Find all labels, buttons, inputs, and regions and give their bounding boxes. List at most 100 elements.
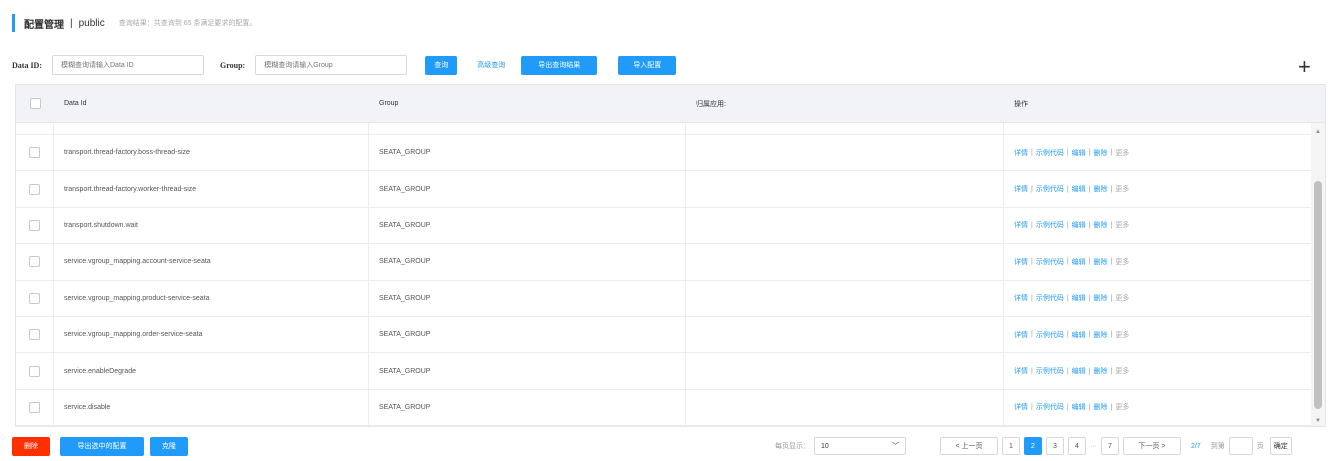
- edit-link[interactable]: 编辑: [1072, 402, 1086, 412]
- detail-link[interactable]: 详情: [1014, 330, 1028, 340]
- sample-code-link[interactable]: 示例代码: [1036, 402, 1064, 412]
- per-page-select[interactable]: 10 ﹀: [814, 437, 906, 455]
- sample-code-link[interactable]: 示例代码: [1036, 366, 1064, 376]
- page-button-1[interactable]: 1: [1002, 437, 1020, 455]
- cell-data-id: transport.shutdown.wait: [54, 207, 369, 244]
- row-checkbox[interactable]: [29, 292, 40, 304]
- cell-actions: 详情 | 示例代码 | 编辑 | 删除 | 更多: [1014, 402, 1130, 412]
- prev-page-button[interactable]: < 上一页: [940, 437, 998, 455]
- sample-code-link[interactable]: 示例代码: [1036, 257, 1064, 267]
- export-selected-button[interactable]: 导出选中的配置: [60, 436, 144, 456]
- query-button[interactable]: 查询: [425, 55, 458, 75]
- row-checkbox[interactable]: [29, 329, 40, 341]
- edit-link[interactable]: 编辑: [1072, 293, 1086, 303]
- title-accent-bar: [12, 14, 15, 32]
- group-label: Group:: [220, 60, 246, 70]
- edit-link[interactable]: 编辑: [1072, 366, 1086, 376]
- delete-link[interactable]: 删除: [1093, 257, 1107, 267]
- table-row: service.enableDegrade SEATA_GROUP 详情 | 示例…: [16, 353, 1312, 390]
- search-bar: Data ID: Group: 查询 高级查询 导出查询结果 导入配置: [12, 55, 677, 75]
- clone-button[interactable]: 克隆: [150, 436, 188, 456]
- row-checkbox[interactable]: [29, 219, 40, 231]
- namespace-label: public: [78, 17, 105, 29]
- page-button-3[interactable]: 3: [1046, 437, 1064, 455]
- add-config-plus-icon[interactable]: +: [1298, 56, 1311, 78]
- cell-app: [686, 316, 1004, 353]
- table-row: transport.thread-factory.worker-thread-s…: [16, 171, 1312, 208]
- edit-link[interactable]: 编辑: [1072, 257, 1086, 267]
- cell-actions: 详情 | 示例代码 | 编辑 | 删除 | 更多: [1014, 293, 1130, 303]
- row-checkbox[interactable]: [29, 365, 40, 377]
- detail-link[interactable]: 详情: [1014, 148, 1028, 158]
- bulk-delete-button[interactable]: 删除: [12, 436, 50, 456]
- more-link[interactable]: 更多: [1115, 148, 1129, 158]
- more-link[interactable]: 更多: [1115, 330, 1129, 340]
- detail-link[interactable]: 详情: [1014, 366, 1028, 376]
- page-button-last[interactable]: 7: [1101, 437, 1119, 455]
- delete-link[interactable]: 删除: [1093, 148, 1107, 158]
- more-link[interactable]: 更多: [1115, 220, 1129, 230]
- detail-link[interactable]: 详情: [1014, 293, 1028, 303]
- more-link[interactable]: 更多: [1115, 366, 1129, 376]
- advanced-query-link[interactable]: 高级查询: [477, 60, 505, 70]
- cell-data-id: service.enableDegrade: [54, 353, 369, 389]
- page-unit-label: 页: [1256, 443, 1264, 450]
- goto-page-input[interactable]: [1228, 437, 1253, 455]
- row-checkbox[interactable]: [29, 147, 40, 159]
- scrollbar-thumb[interactable]: [1314, 181, 1322, 409]
- import-config-button[interactable]: 导入配置: [618, 55, 677, 75]
- header-data-id: Data Id: [64, 100, 87, 107]
- page-button-2[interactable]: 2: [1024, 437, 1042, 455]
- data-id-input[interactable]: [52, 55, 204, 75]
- page-button-4[interactable]: 4: [1068, 437, 1086, 455]
- group-input[interactable]: [255, 55, 408, 75]
- scroll-down-arrow-icon[interactable]: ▼: [1315, 418, 1321, 424]
- cell-actions: 详情 | 示例代码 | 编辑 | 删除 | 更多: [1014, 148, 1130, 158]
- table-row: service.vgroup_mapping.product-service-s…: [16, 280, 1312, 317]
- more-link[interactable]: 更多: [1115, 257, 1129, 267]
- goto-confirm-button[interactable]: 确定: [1269, 437, 1292, 455]
- delete-link[interactable]: 删除: [1093, 220, 1107, 230]
- delete-link[interactable]: 删除: [1093, 402, 1107, 412]
- cell-group: SEATA_GROUP: [369, 389, 686, 426]
- edit-link[interactable]: 编辑: [1072, 220, 1086, 230]
- sample-code-link[interactable]: 示例代码: [1036, 293, 1064, 303]
- config-table: Data Id Group 归属应用: 操作 transport.thread-…: [15, 84, 1326, 427]
- sample-code-link[interactable]: 示例代码: [1036, 184, 1064, 194]
- row-checkbox[interactable]: [29, 183, 40, 195]
- row-checkbox[interactable]: [29, 401, 40, 413]
- table-row: transport.shutdown.wait SEATA_GROUP 详情 | …: [16, 207, 1312, 245]
- detail-link[interactable]: 详情: [1014, 257, 1028, 267]
- table-vertical-scrollbar[interactable]: ▲ ▼: [1311, 123, 1325, 426]
- cell-actions: 详情 | 示例代码 | 编辑 | 删除 | 更多: [1014, 184, 1130, 194]
- more-link[interactable]: 更多: [1115, 184, 1129, 194]
- cell-data-id: service.disable: [54, 389, 369, 426]
- delete-link[interactable]: 删除: [1093, 330, 1107, 340]
- delete-link[interactable]: 删除: [1093, 184, 1107, 194]
- select-all-checkbox[interactable]: [29, 98, 41, 109]
- more-link[interactable]: 更多: [1115, 402, 1129, 412]
- scroll-up-arrow-icon[interactable]: ▲: [1315, 129, 1321, 135]
- edit-link[interactable]: 编辑: [1072, 184, 1086, 194]
- export-results-button[interactable]: 导出查询结果: [521, 55, 598, 75]
- edit-link[interactable]: 编辑: [1072, 330, 1086, 340]
- more-link[interactable]: 更多: [1115, 293, 1129, 303]
- detail-link[interactable]: 详情: [1014, 402, 1028, 412]
- cell-actions: 详情 | 示例代码 | 编辑 | 删除 | 更多: [1014, 220, 1130, 230]
- sample-code-link[interactable]: 示例代码: [1036, 220, 1064, 230]
- cell-app: [686, 353, 1004, 389]
- edit-link[interactable]: 编辑: [1072, 148, 1086, 158]
- next-page-button[interactable]: 下一页 >: [1123, 437, 1181, 455]
- detail-link[interactable]: 详情: [1014, 184, 1028, 194]
- cell-actions: 详情 | 示例代码 | 编辑 | 删除 | 更多: [1014, 366, 1130, 376]
- delete-link[interactable]: 删除: [1093, 293, 1107, 303]
- delete-link[interactable]: 删除: [1093, 366, 1107, 376]
- cell-group: SEATA_GROUP: [369, 207, 686, 244]
- detail-link[interactable]: 详情: [1014, 220, 1028, 230]
- page-ellipsis: ···: [1090, 442, 1097, 450]
- cell-data-id: service.vgroup_mapping.product-service-s…: [54, 280, 369, 316]
- cell-group: SEATA_GROUP: [369, 316, 686, 353]
- sample-code-link[interactable]: 示例代码: [1036, 330, 1064, 340]
- row-checkbox[interactable]: [29, 256, 40, 268]
- sample-code-link[interactable]: 示例代码: [1036, 148, 1064, 158]
